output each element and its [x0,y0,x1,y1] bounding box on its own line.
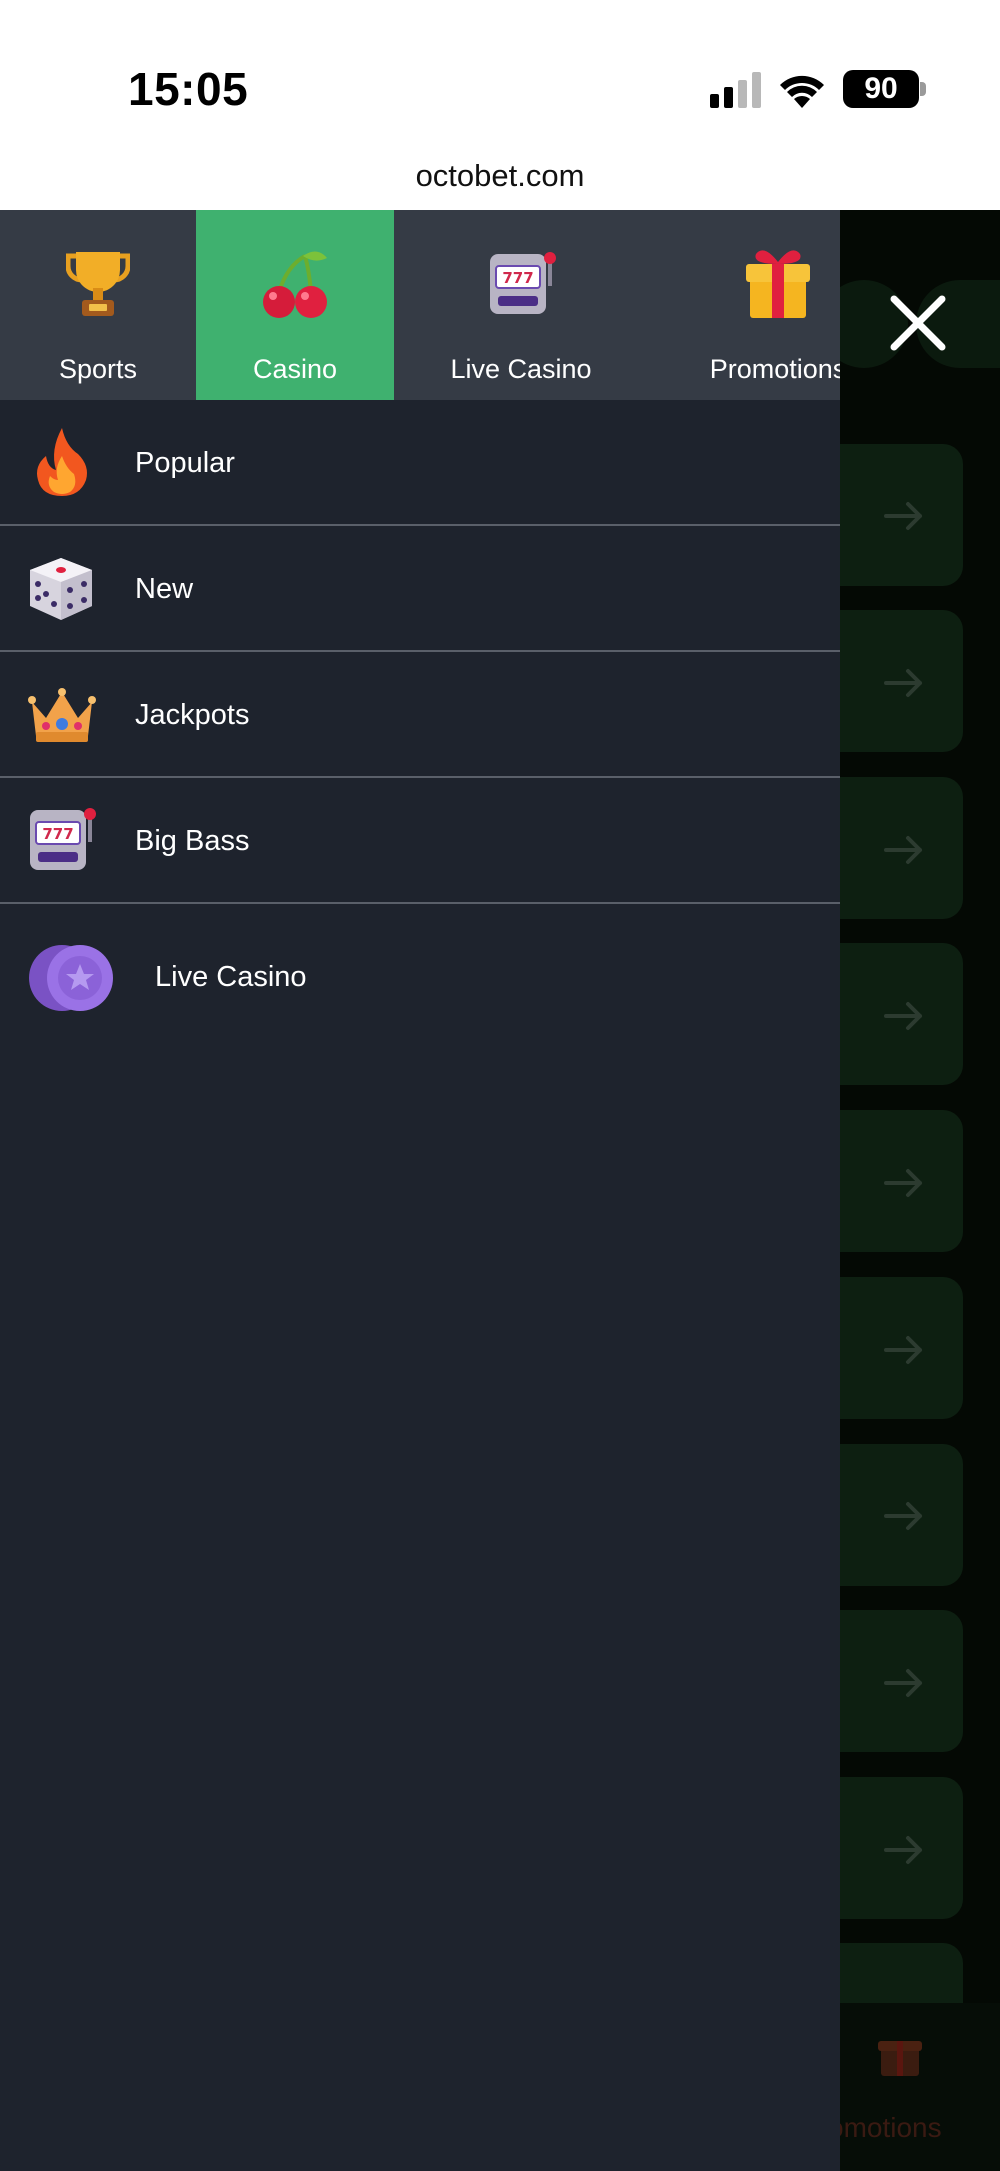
menu-item-label: Live Casino [155,961,307,993]
battery-indicator: 90 [843,70,919,108]
arrow-right-icon [884,1169,922,1197]
menu-item-jackpots[interactable]: Jackpots [0,652,840,778]
arrow-right-icon [884,1669,922,1697]
tab-live-casino[interactable]: 777 Live Casino [394,210,648,400]
coin-icon [29,945,113,1011]
url-text: octobet.com [415,158,585,193]
menu-item-label: Jackpots [135,699,250,731]
arrow-right-icon [884,1836,922,1864]
tab-promotions[interactable]: Promotions [648,210,840,400]
tab-label: Casino [252,354,338,384]
tab-casino[interactable]: Casino [196,210,394,400]
menu-item-label: New [135,573,194,605]
dice-icon [30,558,92,620]
arrow-right-icon [884,1336,922,1364]
casino-menu-list: Popular New Jackpots 777 Big Bass Live C… [0,400,840,1050]
tab-label: Live Casino [450,354,592,384]
battery-tip [920,82,926,96]
menu-item-popular[interactable]: Popular [0,400,840,526]
arrow-right-icon [884,669,922,697]
slot-machine-icon: 777 [490,252,556,314]
battery-level: 90 [864,72,898,105]
category-tab-bar: Sports Casino 777 Live Casino Promotions [0,210,840,400]
wifi-icon [780,75,824,108]
close-icon[interactable] [880,285,956,361]
arrow-right-icon [884,1502,922,1530]
menu-item-big-bass[interactable]: 777 Big Bass [0,778,840,904]
arrow-right-icon [884,502,922,530]
tab-label: Promotions [709,354,840,384]
fire-icon [37,428,87,496]
menu-item-new[interactable]: New [0,526,840,652]
arrow-right-icon [884,1002,922,1030]
gift-icon [878,2041,922,2076]
gift-icon [746,250,810,318]
side-drawer: Sports Casino 777 Live Casino Promotions… [0,210,840,2171]
slot-machine-icon: 777 [30,808,96,870]
crown-icon [28,688,96,742]
cherry-icon [263,251,327,318]
cellular-signal-icon [710,72,761,108]
tab-label: Sports [58,354,138,384]
menu-item-label: Popular [135,447,235,479]
url-bar[interactable]: octobet.com [0,150,1000,210]
status-time: 15:05 [128,63,249,115]
tab-sports[interactable]: Sports [0,210,196,400]
status-bar: 15:05 90 [0,0,1000,150]
trophy-icon [66,252,130,316]
menu-item-live-casino[interactable]: Live Casino [0,904,840,1050]
svg-text:777: 777 [502,269,533,287]
arrow-right-icon [884,836,922,864]
svg-text:777: 777 [42,825,73,843]
menu-item-label: Big Bass [135,825,250,857]
